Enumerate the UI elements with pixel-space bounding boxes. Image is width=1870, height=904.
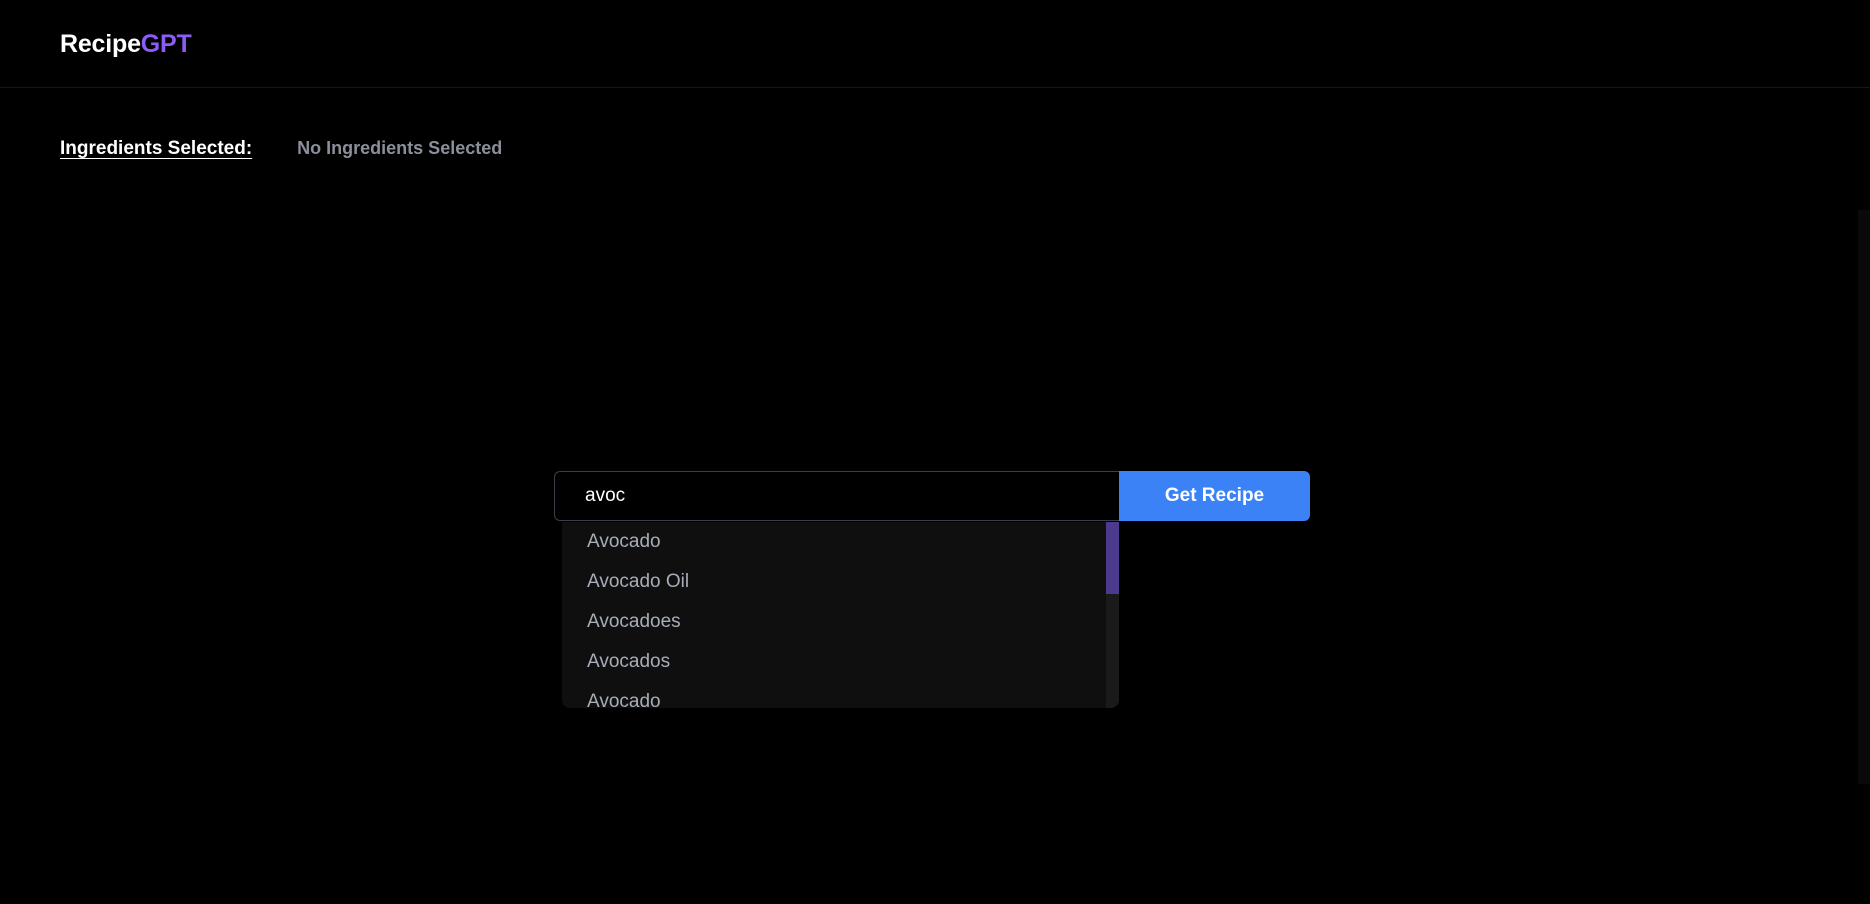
brand-primary: Recipe <box>60 30 141 58</box>
ingredient-search-bar: Get Recipe <box>554 471 1310 521</box>
ingredients-selected-value: No Ingredients Selected <box>297 138 503 158</box>
suggestion-item[interactable]: Avocado Oil <box>562 562 1106 602</box>
ingredients-selected-label: Ingredients Selected: <box>60 138 253 159</box>
suggestion-item[interactable]: Avocado <box>562 682 1106 708</box>
brand-accent: GPT <box>140 30 192 58</box>
suggestion-item[interactable]: Avocados <box>562 642 1106 682</box>
suggestions-list: Avocado Avocado Oil Avocadoes Avocados A… <box>562 522 1106 708</box>
suggestions-scrollbar-thumb[interactable] <box>1106 522 1119 594</box>
suggestion-item[interactable]: Avocado <box>562 522 1106 562</box>
ingredients-selected-row: Ingredients Selected: No Ingredients Sel… <box>60 138 502 160</box>
ingredient-search-input[interactable] <box>554 471 1121 521</box>
suggestions-scrollbar[interactable] <box>1106 522 1119 708</box>
top-navbar: RecipeGPT <box>0 0 1870 88</box>
get-recipe-button[interactable]: Get Recipe <box>1119 471 1310 521</box>
brand-logo[interactable]: RecipeGPT <box>60 30 192 59</box>
suggestion-item[interactable]: Avocadoes <box>562 602 1106 642</box>
page-scrollbar[interactable] <box>1858 210 1870 784</box>
suggestions-dropdown: Avocado Avocado Oil Avocadoes Avocados A… <box>562 522 1119 708</box>
